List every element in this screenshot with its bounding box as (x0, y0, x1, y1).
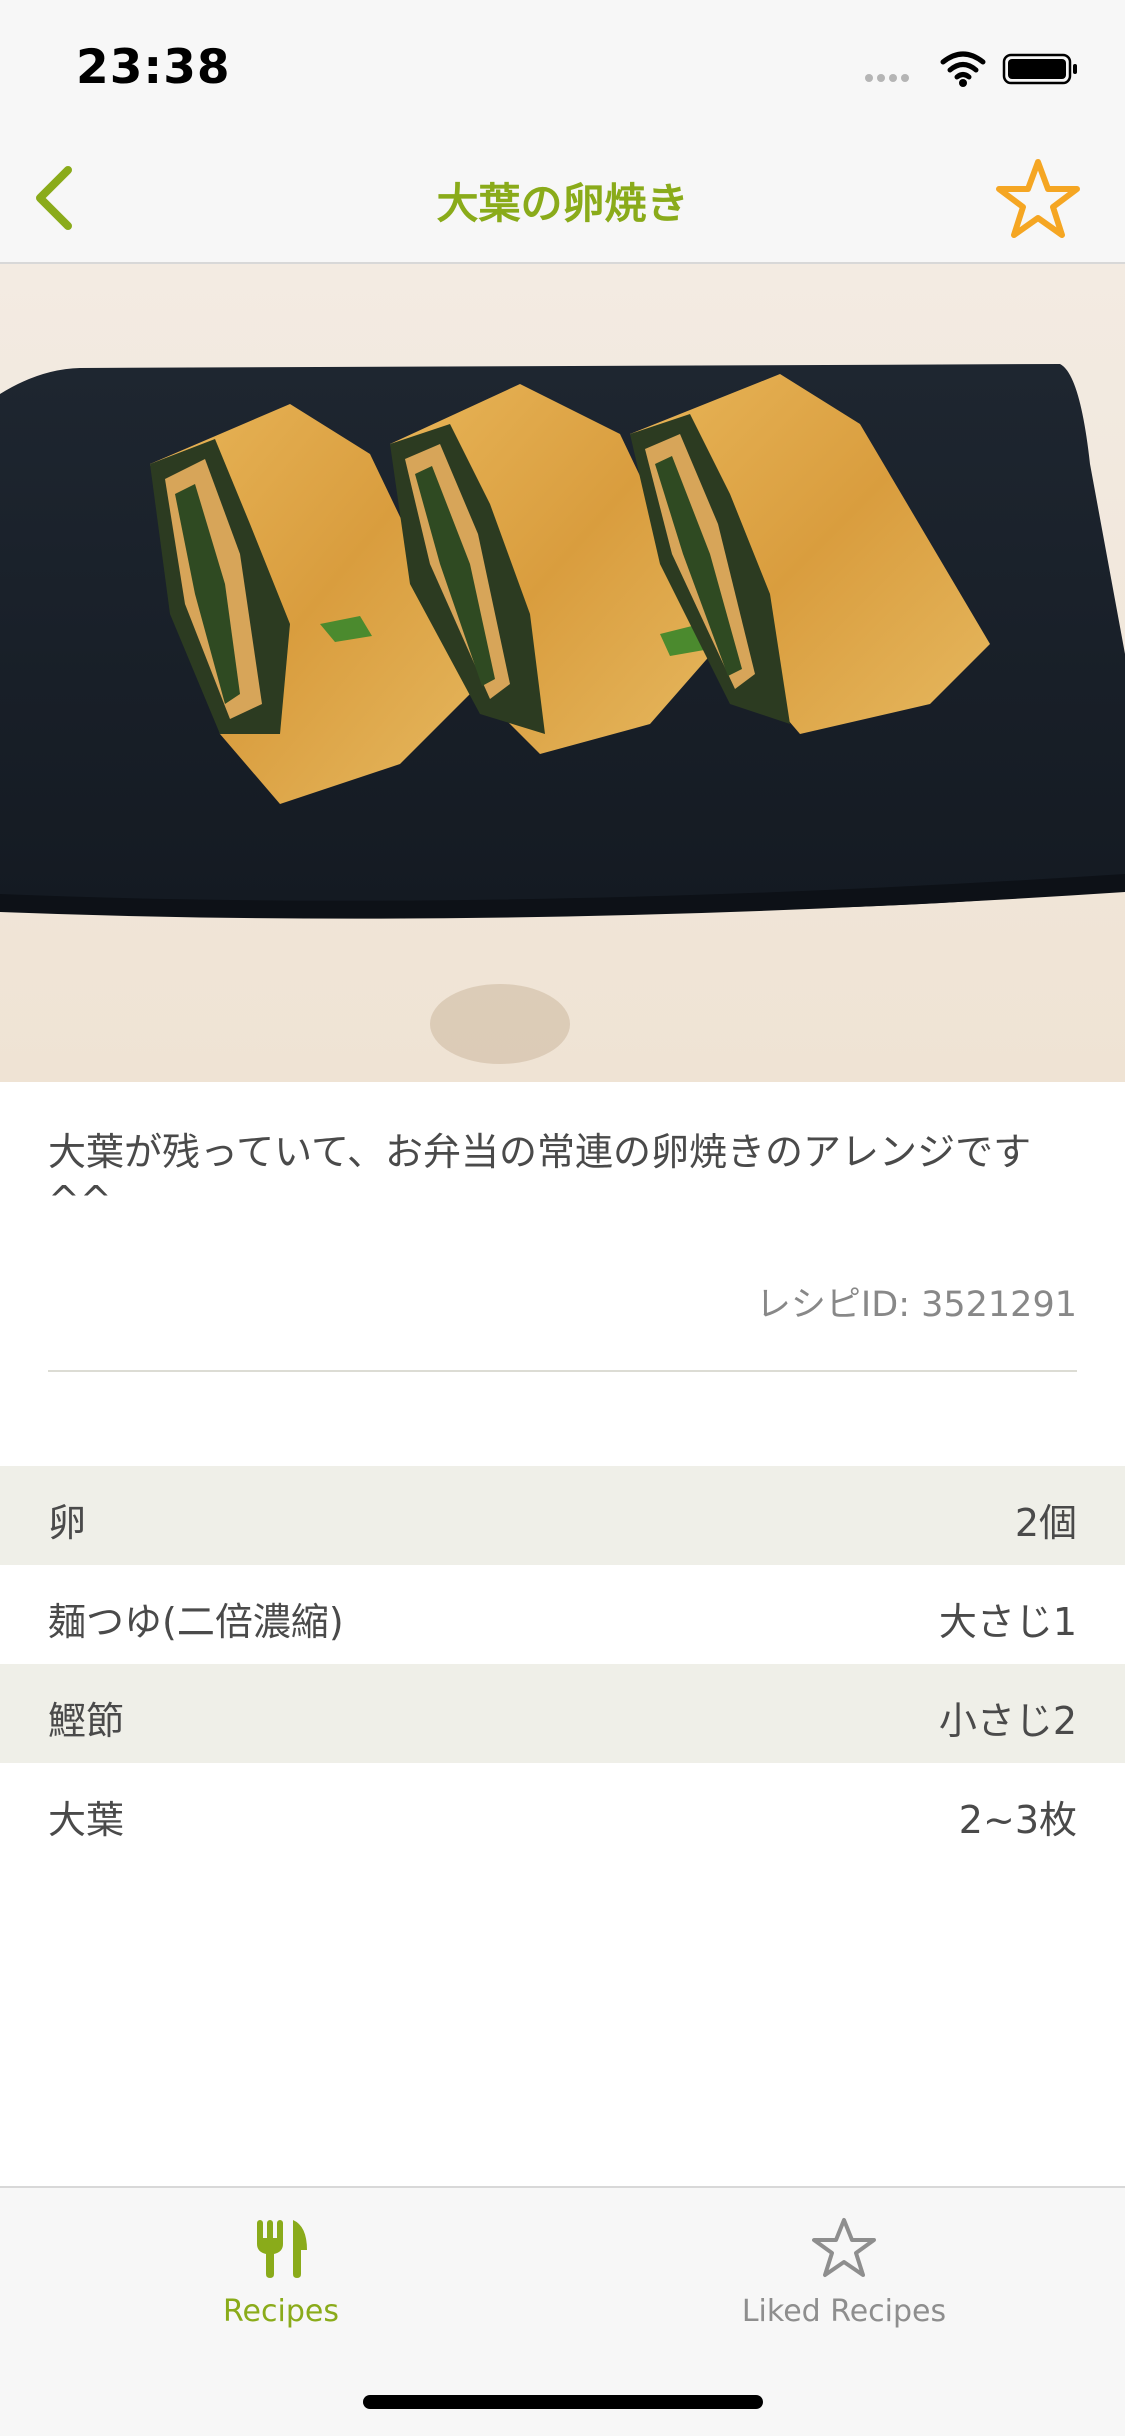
tab-label: Liked Recipes (741, 2294, 947, 2329)
ingredient-row: 麺つゆ(二倍濃縮) 大さじ1 (0, 1565, 1125, 1664)
ingredient-row: 鰹節 小さじ2 (0, 1664, 1125, 1763)
recipe-id: レシピID: 3521291 (755, 1285, 1077, 1325)
ingredient-list: 卵 2個 麺つゆ(二倍濃縮) 大さじ1 鰹節 小さじ2 大葉 2~3枚 (0, 1466, 1125, 1862)
chevron-left-icon (36, 166, 72, 230)
favorite-button[interactable] (993, 154, 1083, 244)
tab-label: Recipes (223, 2294, 339, 2329)
recipe-detail-screen: 23:38 大葉の卵焼き 大葉が残っていて、お弁当の常連の卵焼きのアレンジです^… (0, 0, 1125, 2436)
tab-recipes[interactable]: Recipes (0, 2188, 562, 2338)
status-time: 23:38 (76, 40, 231, 95)
recipe-description: 大葉が残っていて、お弁当の常連の卵焼きのアレンジです^^ (48, 1130, 1032, 1222)
battery-icon (1002, 53, 1077, 85)
star-outline-icon (812, 2218, 876, 2277)
ingredient-amount: 2~3枚 (958, 1798, 1077, 1842)
ingredient-name: 大葉 (48, 1798, 125, 1842)
wifi-icon (940, 51, 986, 87)
status-bar: 23:38 (0, 0, 1125, 132)
status-icons (863, 48, 1083, 88)
fork-knife-icon (257, 2220, 307, 2278)
back-button[interactable] (18, 160, 90, 236)
ingredient-name: 麺つゆ(二倍濃縮) (48, 1600, 344, 1644)
ingredient-name: 卵 (48, 1501, 87, 1545)
page-title: 大葉の卵焼き (436, 179, 689, 228)
home-indicator[interactable] (363, 2395, 763, 2409)
tamagoyaki-photo (0, 264, 1125, 1082)
ingredient-row: 卵 2個 (0, 1466, 1125, 1565)
status-indicators-icon (865, 51, 1077, 87)
divider (48, 1370, 1077, 1372)
tab-liked-recipes[interactable]: Liked Recipes (563, 2188, 1125, 2338)
ingredient-amount: 2個 (1014, 1501, 1077, 1545)
star-outline-icon (996, 159, 1080, 238)
ingredient-amount: 小さじ2 (938, 1699, 1077, 1743)
ingredient-row: 大葉 2~3枚 (0, 1763, 1125, 1862)
ingredient-amount: 大さじ1 (938, 1600, 1077, 1644)
ingredient-name: 鰹節 (48, 1699, 125, 1743)
navigation-bar: 大葉の卵焼き (0, 132, 1125, 264)
recipe-photo (0, 264, 1125, 1082)
